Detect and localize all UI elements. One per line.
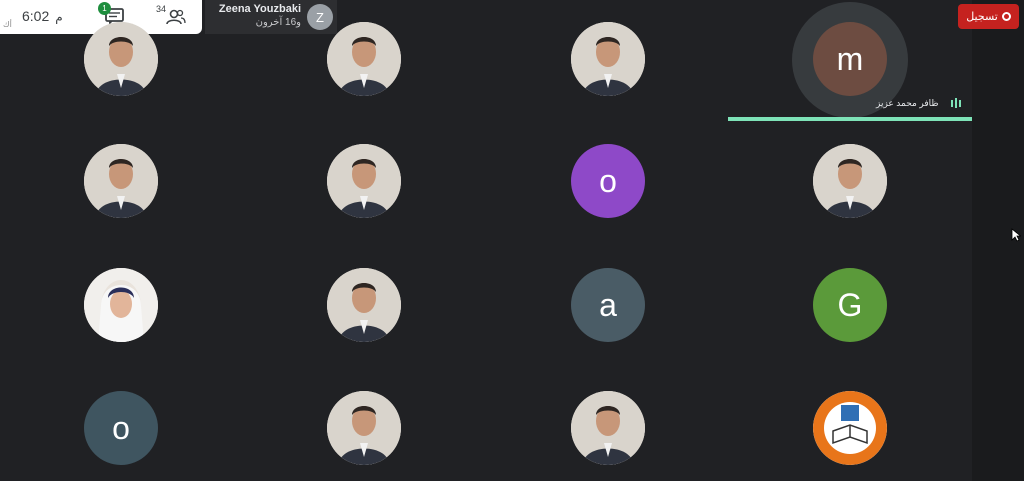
- participant-initial: G: [837, 286, 863, 323]
- presenter-avatar: Z: [307, 4, 333, 30]
- participant-tile[interactable]: [327, 144, 401, 218]
- chat-unread-badge: 1: [98, 2, 111, 15]
- presenter-info[interactable]: Zeena Youzbaki و16 آخرون Z: [205, 0, 337, 34]
- participant-tile[interactable]: m: [813, 22, 887, 96]
- participant-photo-icon: [327, 391, 401, 465]
- university-logo-icon: [813, 391, 887, 465]
- people-count: 34: [156, 4, 167, 14]
- presenter-name: Zeena Youzbaki: [218, 3, 301, 15]
- participant-photo-icon: [571, 391, 645, 465]
- participant-tile[interactable]: G: [813, 268, 887, 342]
- record-button[interactable]: تسجيل: [958, 4, 1019, 29]
- participant-initial: o: [599, 162, 617, 199]
- active-speaker-name: ظافر محمد عزيز: [876, 98, 939, 108]
- participant-tile[interactable]: [571, 391, 645, 465]
- toolbar-small-text: أك: [3, 20, 12, 29]
- participant-photo-hijab-icon: [84, 268, 158, 342]
- participant-tile[interactable]: [571, 22, 645, 96]
- participant-tile[interactable]: [84, 22, 158, 96]
- participant-photo-icon: [327, 22, 401, 96]
- clock-time: 6:02: [22, 8, 50, 24]
- people-button[interactable]: 34: [156, 4, 186, 26]
- participant-photo-icon: [84, 144, 158, 218]
- participant-photo-icon: [813, 144, 887, 218]
- participant-tile[interactable]: [813, 391, 887, 465]
- participant-initial: a: [599, 286, 617, 323]
- active-speaker-indicator: [728, 117, 972, 121]
- participant-photo-icon: [327, 268, 401, 342]
- clock-ampm: م: [55, 10, 63, 24]
- participant-initial: m: [836, 40, 864, 77]
- record-icon: [1001, 12, 1011, 21]
- participant-photo-icon: [571, 22, 645, 96]
- presenter-subtitle: و16 آخرون: [255, 17, 301, 28]
- record-label: تسجيل: [966, 11, 998, 23]
- mouse-cursor-icon: [1011, 228, 1021, 242]
- participant-initial: o: [112, 409, 130, 446]
- participant-tile[interactable]: [84, 144, 158, 218]
- participant-tile[interactable]: [84, 268, 158, 342]
- participant-tile[interactable]: a: [571, 268, 645, 342]
- participant-tile[interactable]: [813, 144, 887, 218]
- audio-level-icon: [951, 98, 961, 108]
- participant-photo-icon: [84, 22, 158, 96]
- people-icon: [166, 9, 186, 25]
- participant-tile[interactable]: o: [84, 391, 158, 465]
- participant-tile[interactable]: o: [571, 144, 645, 218]
- participant-photo-icon: [327, 144, 401, 218]
- meeting-clock: 6:02 م: [22, 8, 63, 24]
- participant-tile[interactable]: [327, 268, 401, 342]
- participant-tile[interactable]: [327, 391, 401, 465]
- participant-tile[interactable]: [327, 22, 401, 96]
